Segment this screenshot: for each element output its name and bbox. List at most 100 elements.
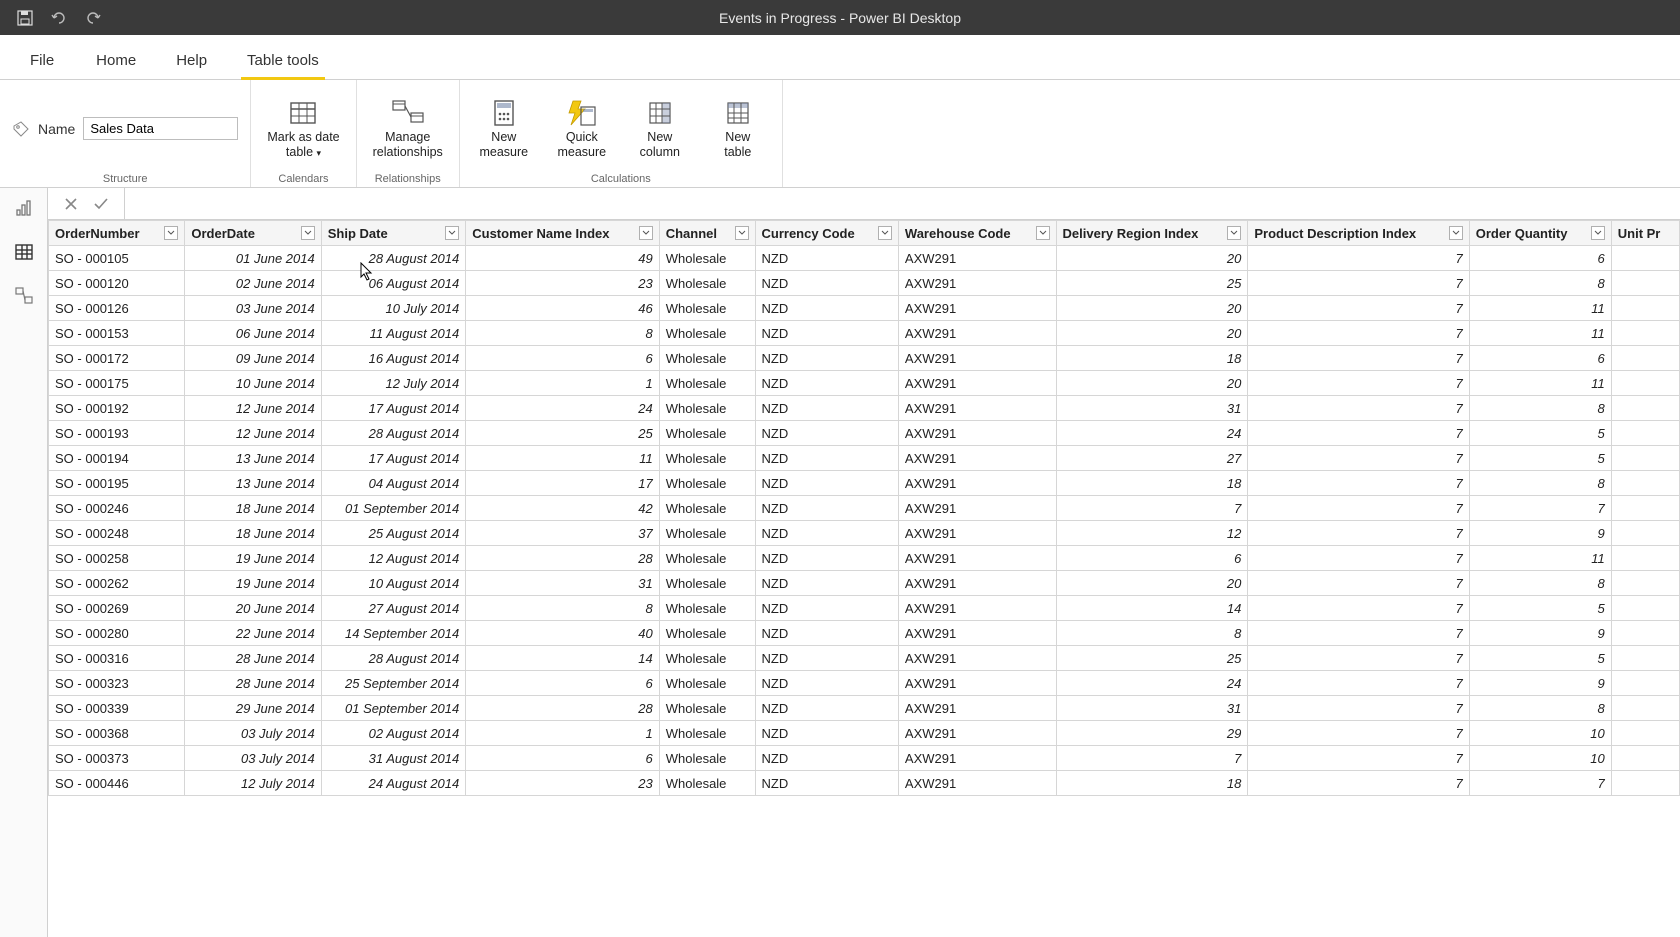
table-cell[interactable]: 31 bbox=[1056, 396, 1248, 421]
table-cell[interactable]: 7 bbox=[1248, 596, 1469, 621]
table-cell[interactable]: 20 bbox=[1056, 296, 1248, 321]
table-cell[interactable]: 25 August 2014 bbox=[321, 521, 466, 546]
new-column-button[interactable]: Newcolumn bbox=[628, 94, 692, 164]
table-cell[interactable]: SO - 000172 bbox=[49, 346, 185, 371]
table-cell[interactable]: NZD bbox=[755, 271, 898, 296]
column-filter-dropdown-icon[interactable] bbox=[1591, 226, 1605, 240]
table-cell[interactable]: AXW291 bbox=[898, 396, 1056, 421]
table-cell[interactable]: 20 bbox=[1056, 321, 1248, 346]
table-cell[interactable]: 46 bbox=[466, 296, 659, 321]
table-cell[interactable]: 8 bbox=[1469, 396, 1611, 421]
table-cell[interactable]: SO - 000368 bbox=[49, 721, 185, 746]
tab-home[interactable]: Home bbox=[90, 42, 142, 79]
table-cell[interactable]: SO - 000153 bbox=[49, 321, 185, 346]
table-cell[interactable]: Wholesale bbox=[659, 746, 755, 771]
table-cell[interactable]: 9 bbox=[1469, 671, 1611, 696]
table-cell[interactable]: 7 bbox=[1248, 246, 1469, 271]
data-view-icon[interactable] bbox=[12, 240, 36, 264]
table-cell[interactable]: AXW291 bbox=[898, 696, 1056, 721]
table-cell[interactable]: Wholesale bbox=[659, 321, 755, 346]
table-cell[interactable]: 37 bbox=[466, 521, 659, 546]
table-cell[interactable]: 7 bbox=[1248, 521, 1469, 546]
table-cell[interactable]: NZD bbox=[755, 346, 898, 371]
table-cell[interactable]: 28 August 2014 bbox=[321, 246, 466, 271]
table-row[interactable]: SO - 00019413 June 201417 August 201411W… bbox=[49, 446, 1680, 471]
column-header[interactable]: Ship Date bbox=[321, 221, 466, 246]
table-cell[interactable]: 8 bbox=[1056, 621, 1248, 646]
table-cell[interactable]: 10 bbox=[1469, 721, 1611, 746]
cancel-formula-icon[interactable] bbox=[62, 195, 80, 213]
table-cell[interactable]: Wholesale bbox=[659, 421, 755, 446]
commit-formula-icon[interactable] bbox=[92, 195, 110, 213]
table-cell[interactable]: 6 bbox=[466, 671, 659, 696]
table-cell[interactable]: NZD bbox=[755, 546, 898, 571]
table-cell[interactable]: 7 bbox=[1248, 571, 1469, 596]
table-cell[interactable]: SO - 000323 bbox=[49, 671, 185, 696]
table-cell[interactable]: 7 bbox=[1248, 471, 1469, 496]
table-cell[interactable]: 7 bbox=[1056, 746, 1248, 771]
table-cell[interactable]: 06 August 2014 bbox=[321, 271, 466, 296]
table-cell[interactable]: 8 bbox=[466, 596, 659, 621]
table-row[interactable]: SO - 00026219 June 201410 August 201431W… bbox=[49, 571, 1680, 596]
table-cell[interactable] bbox=[1611, 396, 1679, 421]
table-cell[interactable]: AXW291 bbox=[898, 271, 1056, 296]
table-cell[interactable]: AXW291 bbox=[898, 671, 1056, 696]
table-cell[interactable]: 7 bbox=[1469, 771, 1611, 796]
table-cell[interactable]: 01 September 2014 bbox=[321, 496, 466, 521]
table-cell[interactable]: NZD bbox=[755, 671, 898, 696]
table-cell[interactable]: 6 bbox=[466, 346, 659, 371]
data-table-wrap[interactable]: OrderNumberOrderDateShip DateCustomer Na… bbox=[48, 220, 1680, 937]
table-cell[interactable]: SO - 000248 bbox=[49, 521, 185, 546]
table-cell[interactable]: NZD bbox=[755, 246, 898, 271]
table-cell[interactable]: 02 August 2014 bbox=[321, 721, 466, 746]
table-cell[interactable]: 7 bbox=[1248, 296, 1469, 321]
table-cell[interactable]: 7 bbox=[1248, 646, 1469, 671]
table-cell[interactable]: 11 bbox=[1469, 371, 1611, 396]
table-cell[interactable]: 20 bbox=[1056, 246, 1248, 271]
table-cell[interactable]: 18 bbox=[1056, 346, 1248, 371]
table-cell[interactable]: 6 bbox=[466, 746, 659, 771]
table-cell[interactable]: 24 bbox=[1056, 421, 1248, 446]
column-filter-dropdown-icon[interactable] bbox=[1449, 226, 1463, 240]
table-cell[interactable]: 09 June 2014 bbox=[185, 346, 321, 371]
table-cell[interactable]: AXW291 bbox=[898, 296, 1056, 321]
table-cell[interactable]: 28 bbox=[466, 546, 659, 571]
table-cell[interactable]: NZD bbox=[755, 621, 898, 646]
table-cell[interactable]: 18 June 2014 bbox=[185, 521, 321, 546]
table-cell[interactable]: AXW291 bbox=[898, 771, 1056, 796]
table-cell[interactable]: NZD bbox=[755, 471, 898, 496]
table-cell[interactable]: SO - 000269 bbox=[49, 596, 185, 621]
table-cell[interactable]: 17 August 2014 bbox=[321, 446, 466, 471]
table-cell[interactable]: SO - 000193 bbox=[49, 421, 185, 446]
table-cell[interactable]: NZD bbox=[755, 646, 898, 671]
table-cell[interactable] bbox=[1611, 271, 1679, 296]
table-cell[interactable]: 10 August 2014 bbox=[321, 571, 466, 596]
table-cell[interactable]: 18 June 2014 bbox=[185, 496, 321, 521]
table-cell[interactable]: 27 August 2014 bbox=[321, 596, 466, 621]
table-row[interactable]: SO - 00010501 June 201428 August 201449W… bbox=[49, 246, 1680, 271]
table-cell[interactable]: NZD bbox=[755, 596, 898, 621]
table-cell[interactable] bbox=[1611, 646, 1679, 671]
table-cell[interactable]: 01 September 2014 bbox=[321, 696, 466, 721]
table-cell[interactable]: 20 June 2014 bbox=[185, 596, 321, 621]
table-cell[interactable]: NZD bbox=[755, 396, 898, 421]
table-cell[interactable]: SO - 000120 bbox=[49, 271, 185, 296]
quick-measure-button[interactable]: Quickmeasure bbox=[550, 94, 614, 164]
table-cell[interactable]: 14 bbox=[466, 646, 659, 671]
column-filter-dropdown-icon[interactable] bbox=[639, 226, 653, 240]
table-row[interactable]: SO - 00031628 June 201428 August 201414W… bbox=[49, 646, 1680, 671]
table-cell[interactable]: 28 August 2014 bbox=[321, 421, 466, 446]
redo-icon[interactable] bbox=[84, 9, 102, 27]
table-cell[interactable]: SO - 000126 bbox=[49, 296, 185, 321]
table-cell[interactable] bbox=[1611, 696, 1679, 721]
table-cell[interactable] bbox=[1611, 571, 1679, 596]
table-cell[interactable] bbox=[1611, 296, 1679, 321]
table-cell[interactable]: NZD bbox=[755, 496, 898, 521]
column-header[interactable]: Product Description Index bbox=[1248, 221, 1469, 246]
table-cell[interactable]: SO - 000246 bbox=[49, 496, 185, 521]
table-cell[interactable]: 25 bbox=[1056, 646, 1248, 671]
table-row[interactable]: SO - 00019513 June 201404 August 201417W… bbox=[49, 471, 1680, 496]
table-cell[interactable]: AXW291 bbox=[898, 496, 1056, 521]
table-cell[interactable]: 12 July 2014 bbox=[321, 371, 466, 396]
table-cell[interactable]: 12 June 2014 bbox=[185, 396, 321, 421]
